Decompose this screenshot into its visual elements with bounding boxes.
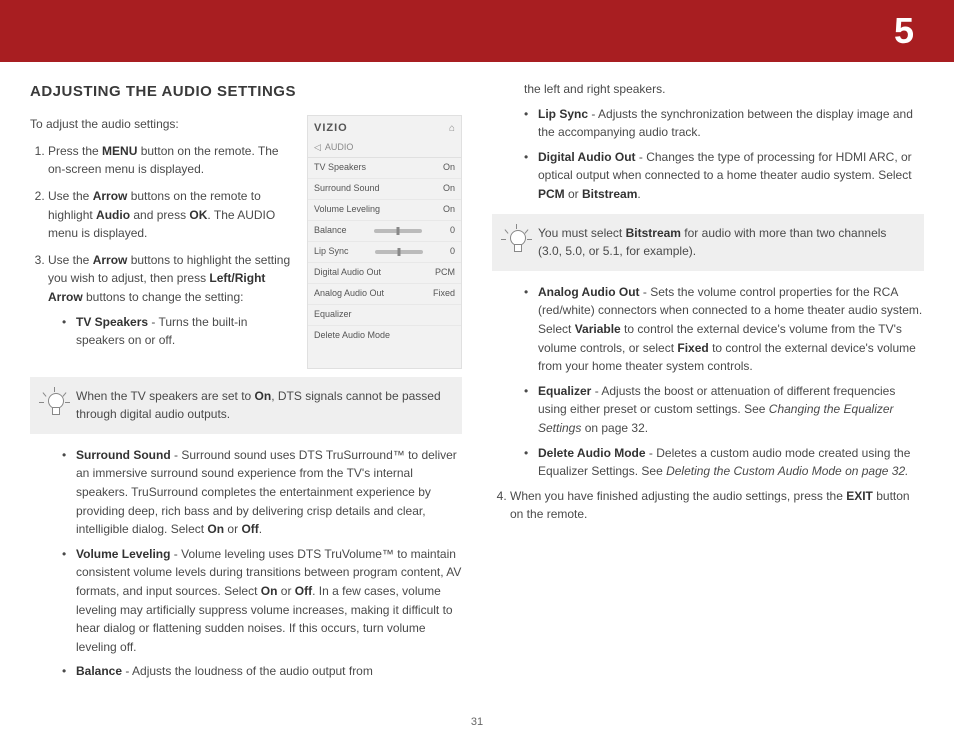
bullets-continued: Surround Sound - Surround sound uses DTS… [30, 446, 462, 681]
page-body: ADJUSTING THE AUDIO SETTINGS VIZIO ⌂ ◁ A… [0, 62, 954, 687]
chapter-number: 5 [894, 10, 914, 52]
opt-digital-audio-out: Digital Audio Out - Changes the type of … [524, 148, 924, 204]
osd-row: TV SpeakersOn [308, 158, 461, 179]
lightbulb-icon [506, 226, 528, 254]
tip-box-2: You must select Bitstream for audio with… [492, 214, 924, 271]
lightbulb-icon [44, 389, 66, 417]
bullets-right-1: Lip Sync - Adjusts the synchronization b… [492, 105, 924, 204]
opt-surround: Surround Sound - Surround sound uses DTS… [62, 446, 462, 539]
sub-bullets: TV Speakers - Turns the built-in speaker… [48, 313, 462, 350]
vizio-logo: VIZIO [314, 120, 348, 137]
opt-balance: Balance - Adjusts the loudness of the au… [62, 662, 462, 681]
home-icon: ⌂ [449, 121, 455, 137]
section-heading: ADJUSTING THE AUDIO SETTINGS [30, 80, 462, 103]
tip-box-1: When the TV speakers are set to On, DTS … [30, 377, 462, 434]
opt-volume-leveling: Volume Leveling - Volume leveling uses D… [62, 545, 462, 657]
slider [374, 229, 422, 233]
steps-list-cont: When you have finished adjusting the aud… [492, 487, 924, 524]
osd-row: Surround SoundOn [308, 179, 461, 200]
opt-delete-audio-mode: Delete Audio Mode - Deletes a custom aud… [524, 444, 924, 481]
osd-row: Volume LevelingOn [308, 200, 461, 221]
osd-section-label: AUDIO [325, 141, 354, 155]
opt-equalizer: Equalizer - Adjusts the boost or attenua… [524, 382, 924, 438]
osd-row: Digital Audio OutPCM [308, 263, 461, 284]
tip-text: When the TV speakers are set to On, DTS … [76, 387, 448, 424]
opt-tv-speakers: TV Speakers - Turns the built-in speaker… [62, 313, 462, 350]
opt-analog-audio-out: Analog Audio Out - Sets the volume contr… [524, 283, 924, 376]
back-arrow-icon: ◁ [314, 141, 321, 155]
osd-header: VIZIO ⌂ [308, 116, 461, 139]
osd-row: Lip Sync0 [308, 242, 461, 263]
opt-lip-sync: Lip Sync - Adjusts the synchronization b… [524, 105, 924, 142]
step-4: When you have finished adjusting the aud… [510, 487, 924, 524]
right-column: the left and right speakers. Lip Sync - … [492, 80, 924, 687]
osd-breadcrumb: ◁ AUDIO [308, 139, 461, 158]
left-column: ADJUSTING THE AUDIO SETTINGS VIZIO ⌂ ◁ A… [30, 80, 462, 687]
bullets-right-2: Analog Audio Out - Sets the volume contr… [492, 283, 924, 481]
tip-text: You must select Bitstream for audio with… [538, 224, 910, 261]
balance-continuation: the left and right speakers. [492, 80, 924, 99]
slider [375, 250, 423, 254]
chapter-header: 5 [0, 0, 954, 62]
page-number: 31 [471, 716, 483, 728]
osd-row: Balance0 [308, 221, 461, 242]
osd-row: Analog Audio OutFixed [308, 284, 461, 305]
